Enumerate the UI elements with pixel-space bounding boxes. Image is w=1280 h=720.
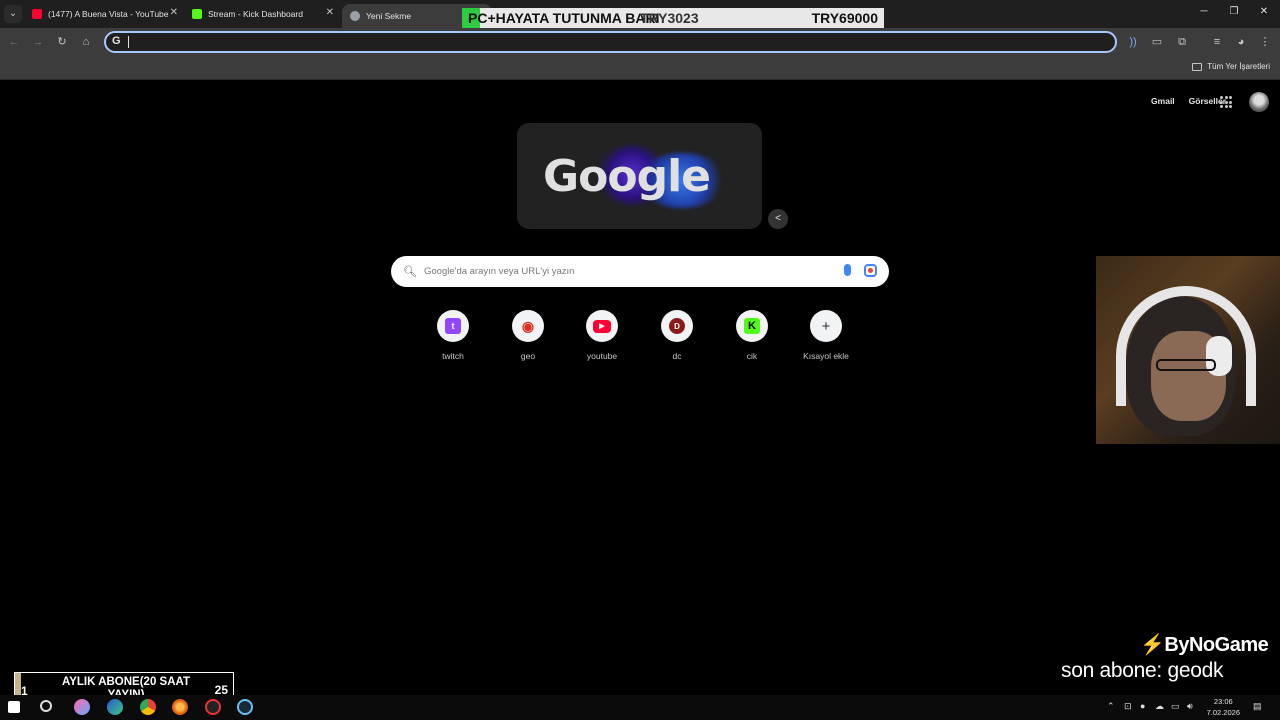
close-icon[interactable]: ✕ bbox=[170, 7, 178, 18]
google-icon: G bbox=[112, 35, 121, 47]
cloud-icon[interactable]: ☁ bbox=[1155, 701, 1164, 712]
avatar[interactable] bbox=[1249, 92, 1269, 112]
apps-grid-icon[interactable] bbox=[1220, 96, 1232, 108]
network-icon[interactable]: ⊡ bbox=[1124, 701, 1132, 712]
doodle-logo-text: Google bbox=[543, 151, 711, 202]
map-pin-icon: ◉ bbox=[521, 317, 535, 334]
copilot-icon[interactable] bbox=[74, 699, 90, 715]
shortcut-dc[interactable]: D dc bbox=[642, 310, 712, 361]
text-caret bbox=[128, 36, 129, 48]
donation-goal-banner: PC+HAYATA TUTUNMA BARI TRY3023 TRY69000 bbox=[462, 8, 884, 28]
add-icon: + bbox=[821, 317, 831, 335]
shortcut-label: dc bbox=[672, 351, 682, 361]
search-icon[interactable] bbox=[40, 700, 52, 712]
shortcut-cik[interactable]: K cik bbox=[717, 310, 787, 361]
shortcut-twitch[interactable]: t twitch bbox=[418, 310, 488, 361]
gmail-link[interactable]: Gmail bbox=[1151, 96, 1175, 106]
chevron-up-icon[interactable]: ⌃ bbox=[1107, 701, 1115, 712]
ntp-header-links: Gmail Görseller bbox=[1151, 96, 1226, 106]
extensions-icon[interactable]: ⧉ bbox=[1175, 35, 1189, 49]
youtube-icon: ▶ bbox=[593, 319, 611, 333]
shortcut-add[interactable]: + Kısayol ekle bbox=[791, 310, 861, 361]
all-bookmarks-label: Tüm Yer İşaretleri bbox=[1207, 62, 1270, 71]
search-input[interactable]: 🔍︎ Google'da arayın veya URL'yi yazın bbox=[391, 256, 889, 287]
clock-time: 23:06 bbox=[1213, 697, 1233, 706]
dc-icon: D bbox=[669, 318, 685, 334]
chrome-icon[interactable] bbox=[140, 699, 156, 715]
cast-icon[interactable]: ▭ bbox=[1150, 35, 1164, 49]
microphone-icon[interactable] bbox=[844, 264, 851, 276]
search-icon: 🔍︎ bbox=[403, 266, 417, 278]
firefox-icon[interactable] bbox=[172, 699, 188, 715]
wifi-icon[interactable]: ▭ bbox=[1171, 701, 1180, 712]
close-window-icon[interactable]: ✕ bbox=[1257, 6, 1271, 17]
shortcut-youtube[interactable]: ▶ youtube bbox=[567, 310, 637, 361]
profile-icon[interactable]: ◕ bbox=[1234, 35, 1248, 49]
taskbar: ⌃ ⊡ ● ☁ ▭ 🔊︎ 23:06 7.02.2026 ▤ bbox=[0, 695, 1280, 720]
restore-icon[interactable]: ❐ bbox=[1227, 6, 1241, 17]
voice-icon[interactable]: )) bbox=[1126, 35, 1140, 49]
tab-kick-dashboard[interactable]: Stream - Kick Dashboard ✕ bbox=[184, 4, 340, 24]
forward-icon[interactable]: → bbox=[30, 34, 46, 50]
sponsor-logo: ⚡ByNoGame bbox=[1140, 634, 1269, 656]
kick-icon bbox=[192, 9, 202, 19]
microphone-icon[interactable]: ● bbox=[1140, 701, 1145, 711]
share-icon[interactable]: < bbox=[768, 209, 788, 229]
volume-icon[interactable]: 🔊︎ bbox=[1187, 701, 1193, 712]
close-icon[interactable]: ✕ bbox=[326, 7, 334, 18]
back-icon[interactable]: ← bbox=[6, 34, 22, 50]
donation-goal-title: PC+HAYATA TUTUNMA BARI bbox=[468, 10, 660, 26]
sponsor-name: ByNoGame bbox=[1164, 634, 1269, 656]
notification-icon[interactable]: ▤ bbox=[1253, 701, 1262, 712]
clock-date: 7.02.2026 bbox=[1206, 708, 1240, 717]
donation-target-amount: TRY69000 bbox=[811, 10, 878, 26]
steam-icon[interactable] bbox=[237, 699, 253, 715]
tab-search-button[interactable]: ⌄ bbox=[4, 5, 22, 23]
last-subscriber-text: son abone: geodk bbox=[1061, 659, 1224, 682]
menu-icon[interactable]: ⋮ bbox=[1258, 35, 1272, 49]
donation-current-amount: TRY3023 bbox=[640, 10, 699, 26]
edge-icon[interactable] bbox=[107, 699, 123, 715]
tab-title: Stream - Kick Dashboard bbox=[208, 9, 303, 19]
tab-title: (1477) A Buena Vista - YouTube bbox=[48, 9, 169, 19]
reload-icon[interactable]: ↻ bbox=[54, 34, 70, 50]
search-placeholder: Google'da arayın veya URL'yi yazın bbox=[424, 266, 575, 277]
tab-title: Yeni Sekme bbox=[366, 11, 412, 21]
media-icon[interactable]: ≡ bbox=[1210, 35, 1224, 49]
minimize-icon[interactable]: ─ bbox=[1197, 6, 1211, 17]
shortcut-label: geo bbox=[520, 351, 536, 361]
twitch-icon: t bbox=[445, 318, 461, 334]
tab-youtube[interactable]: (1477) A Buena Vista - YouTube ✕ bbox=[24, 4, 184, 24]
all-bookmarks-button[interactable]: Tüm Yer İşaretleri bbox=[1192, 62, 1270, 71]
shortcut-label: twitch bbox=[442, 351, 464, 361]
bookmarks-bar: Tüm Yer İşaretleri bbox=[0, 56, 1280, 80]
start-icon[interactable] bbox=[8, 701, 20, 713]
chrome-icon bbox=[350, 11, 360, 21]
shortcut-label: cik bbox=[746, 351, 758, 361]
home-icon[interactable]: ⌂ bbox=[78, 34, 94, 50]
webcam-overlay bbox=[1096, 256, 1280, 444]
address-bar[interactable]: G bbox=[104, 31, 1117, 53]
obs-icon[interactable] bbox=[205, 699, 221, 715]
clock[interactable]: 23:06 7.02.2026 bbox=[1207, 696, 1240, 718]
shortcut-label: Kısayol ekle bbox=[803, 351, 849, 361]
kick-icon: K bbox=[744, 318, 760, 334]
shortcut-label: youtube bbox=[586, 351, 618, 361]
folder-icon bbox=[1192, 62, 1203, 71]
browser-toolbar: ← → ↻ ⌂ G )) ▭ ⧉ ≡ ◕ ⋮ bbox=[0, 28, 1280, 56]
youtube-icon bbox=[32, 9, 42, 19]
lens-icon[interactable] bbox=[864, 264, 877, 277]
google-doodle[interactable]: Google bbox=[517, 123, 762, 229]
shortcut-geo[interactable]: ◉ geo bbox=[493, 310, 563, 361]
